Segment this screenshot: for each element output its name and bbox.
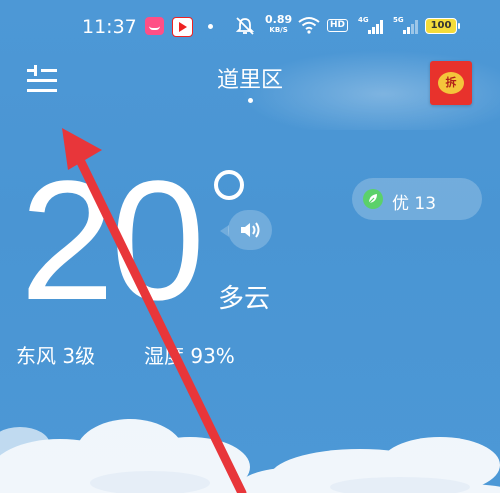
temperature-value: 20 [20,146,205,336]
video-app-icon [172,17,193,37]
wifi-icon [298,17,320,34]
notification-dot [208,24,213,29]
net-speed-unit: KB/S [269,26,288,34]
red-packet-button[interactable]: 拆 [430,61,472,105]
humidity-info: 湿度 93% [144,344,235,368]
status-bar: 11:37 0.89 KB/S HD 4G 5G 100 [0,0,500,50]
app-notification-icon [145,17,164,35]
speaker-icon [241,222,260,238]
leaf-icon [363,189,383,209]
cloud-illustration [0,419,500,493]
page-indicator-dot [248,98,253,103]
status-time: 11:37 [82,16,137,38]
wind-info: 东风 3级 [16,344,96,368]
hd-voice-icon: HD [327,19,349,32]
battery-icon: 100 [425,18,460,34]
city-title[interactable]: 道里区 [0,62,500,94]
speaker-button[interactable] [220,210,272,250]
network-speed: 0.89 KB/S [265,14,292,36]
signal-bars-icon [368,20,383,34]
mute-bell-icon [235,17,255,35]
signal-bars-icon-2 [403,20,418,34]
aqi-chip[interactable]: 优 13 [352,178,482,220]
weather-condition: 多云 [218,284,271,314]
degree-icon [214,170,244,200]
red-packet-label: 拆 [438,72,464,94]
aqi-label: 优 13 [392,194,437,214]
